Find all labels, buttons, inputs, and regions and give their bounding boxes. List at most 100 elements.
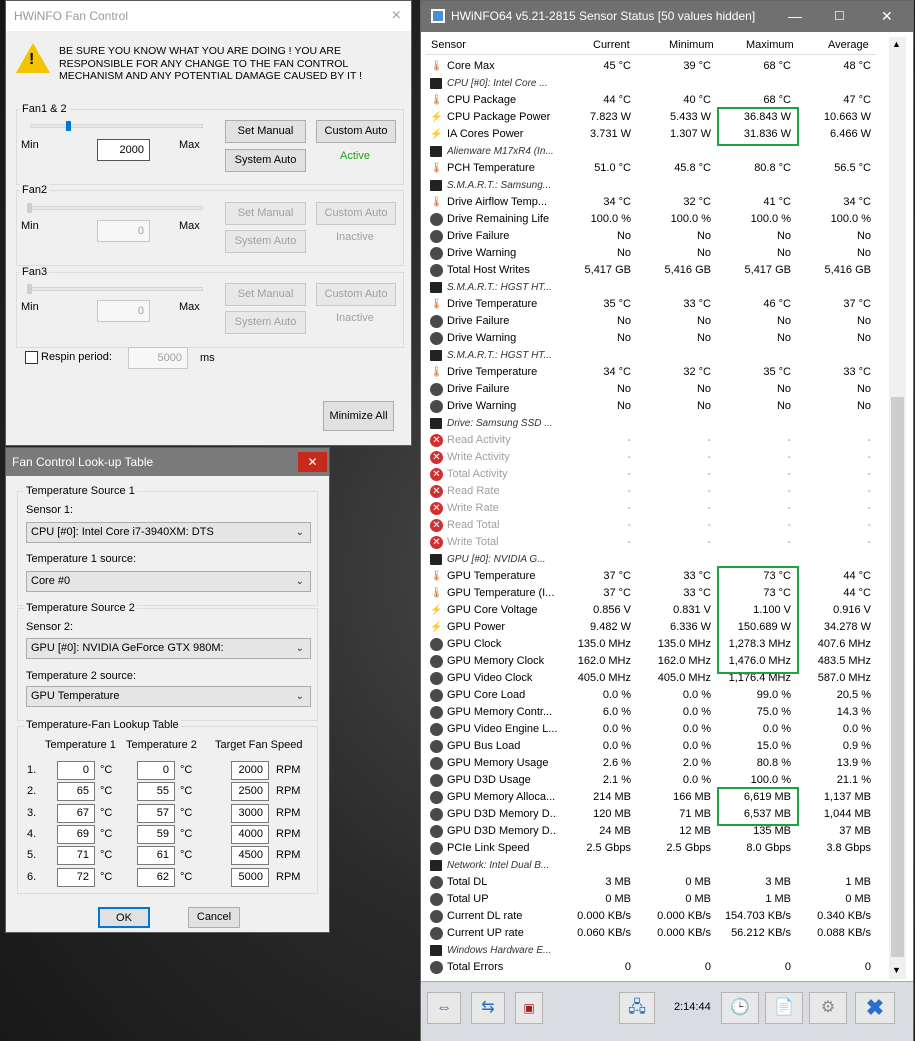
temp2-input[interactable]: 62 — [137, 867, 175, 887]
sensor-row[interactable]: GPU Memory Usage 2.6 % 2.0 % 80.8 % 13.9 % — [421, 755, 884, 772]
fan2-system-auto-button[interactable]: System Auto — [225, 230, 306, 253]
fan1-set-manual-button[interactable]: Set Manual — [225, 120, 306, 143]
sensor-row[interactable]: GPU D3D Usage 2.1 % 0.0 % 100.0 % 21.1 % — [421, 772, 884, 789]
sensor-group-header[interactable]: Alienware M17xR4 (In... — [421, 143, 884, 160]
sensor-group-header[interactable]: S.M.A.R.T.: HGST HT... — [421, 347, 884, 364]
lookup-close-button[interactable]: ✕ — [298, 452, 327, 472]
sensor-row[interactable]: ✕ Write Rate - - - - — [421, 500, 884, 517]
fan2-slider-thumb[interactable] — [27, 203, 32, 213]
sensor-row[interactable]: ✕ Read Activity - - - - — [421, 432, 884, 449]
col-minimum[interactable]: Minimum — [669, 39, 714, 51]
sensor-row[interactable]: ✕ Write Total - - - - — [421, 534, 884, 551]
temp2-input[interactable]: 59 — [137, 824, 175, 844]
fan1-speed-input[interactable]: 2000 — [97, 139, 150, 161]
temp2-source-select[interactable]: GPU Temperature ⌄ — [26, 686, 311, 707]
sensor-row[interactable]: GPU Video Engine L... 0.0 % 0.0 % 0.0 % 0.0 … — [421, 721, 884, 738]
arrows-collapse-icon[interactable]: ⇆ — [471, 992, 505, 1024]
fan2-slider[interactable] — [30, 206, 203, 210]
temp1-input[interactable]: 69 — [57, 824, 95, 844]
temp1-input[interactable]: 71 — [57, 846, 95, 866]
minimize-all-button[interactable]: Minimize All — [323, 401, 394, 431]
temp1-source-select[interactable]: Core #0 ⌄ — [26, 571, 311, 592]
minimize-icon[interactable]: — — [788, 1, 802, 32]
sensor-group-header[interactable]: S.M.A.R.T.: HGST HT... — [421, 279, 884, 296]
fan-speed-input[interactable]: 2500 — [231, 782, 269, 802]
col-current[interactable]: Current — [593, 39, 630, 51]
sensor-row[interactable]: 🌡 Drive Airflow Temp... 34 °C 32 °C 41 °C 34 … — [421, 194, 884, 211]
gear-icon[interactable]: ⚙ — [809, 992, 847, 1024]
sensor-row[interactable]: 🌡 Drive Temperature 35 °C 33 °C 46 °C 37 °C — [421, 296, 884, 313]
fan-speed-input[interactable]: 5000 — [231, 867, 269, 887]
sensor-row[interactable]: Drive Failure No No No No — [421, 313, 884, 330]
sensor1-select[interactable]: CPU [#0]: Intel Core i7-3940XM: DTS ⌄ — [26, 522, 311, 543]
sensor-group-header[interactable]: CPU [#0]: Intel Core ... — [421, 75, 884, 92]
sensor-group-header[interactable]: GPU [#0]: NVIDIA G... — [421, 551, 884, 568]
sensor-row[interactable]: Total DL 3 MB 0 MB 3 MB 1 MB — [421, 874, 884, 891]
fan3-slider[interactable] — [30, 287, 203, 291]
fan3-slider-thumb[interactable] — [27, 284, 32, 294]
sensor-group-header[interactable]: S.M.A.R.T.: Samsung... — [421, 177, 884, 194]
fan1-slider-thumb[interactable] — [66, 121, 72, 131]
sensor-row[interactable]: ✕ Read Total - - - - — [421, 517, 884, 534]
sensor-row[interactable]: GPU Clock 135.0 MHz 135.0 MHz 1,278.3 MHz 40… — [421, 636, 884, 653]
fan1-custom-auto-button[interactable]: Custom Auto — [316, 120, 396, 143]
fan2-speed-input[interactable]: 0 — [97, 220, 150, 242]
sensor-row[interactable]: GPU Core Load 0.0 % 0.0 % 99.0 % 20.5 % — [421, 687, 884, 704]
sensor-row[interactable]: GPU Memory Alloca... 214 MB 166 MB 6,619 MB… — [421, 789, 884, 806]
arrows-left-right-icon[interactable]: ⇔ — [427, 992, 461, 1024]
network-computers-icon[interactable]: 🖧 — [619, 992, 655, 1024]
sensor-row[interactable]: 🌡 PCH Temperature 51.0 °C 45.8 °C 80.8 °C 56.… — [421, 160, 884, 177]
temp1-input[interactable]: 67 — [57, 803, 95, 823]
sensor-row[interactable]: ✕ Total Activity - - - - — [421, 466, 884, 483]
scrollbar[interactable]: ▲ ▼ — [889, 37, 906, 979]
sensor-row[interactable]: ⚡ IA Cores Power 3.731 W 1.307 W 31.836 W 6.4… — [421, 126, 884, 143]
sensor-row[interactable]: 🌡 GPU Temperature (I... 37 °C 33 °C 73 °C 44 … — [421, 585, 884, 602]
sensor-row[interactable]: Drive Warning No No No No — [421, 245, 884, 262]
fan3-custom-auto-button[interactable]: Custom Auto — [316, 283, 396, 306]
scroll-up-icon[interactable]: ▲ — [892, 39, 901, 49]
fan1-system-auto-button[interactable]: System Auto — [225, 149, 306, 172]
col-maximum[interactable]: Maximum — [746, 39, 794, 51]
sensor-group-header[interactable]: Drive: Samsung SSD ... — [421, 415, 884, 432]
temp2-input[interactable]: 61 — [137, 846, 175, 866]
sensor-group-header[interactable]: Network: Intel Dual B... — [421, 857, 884, 874]
scroll-down-icon[interactable]: ▼ — [892, 965, 901, 975]
sensor-group-header[interactable]: Windows Hardware E... — [421, 942, 884, 959]
sensor-row[interactable]: ⚡ GPU Core Voltage 0.856 V 0.831 V 1.100 V 0.… — [421, 602, 884, 619]
temp1-input[interactable]: 65 — [57, 782, 95, 802]
fan-speed-input[interactable]: 2000 — [231, 761, 269, 780]
sensor-row[interactable]: GPU D3D Memory D... 120 MB 71 MB 6,537 MB 1,… — [421, 806, 884, 823]
sensor-row[interactable]: Drive Remaining Life 100.0 % 100.0 % 100.0 … — [421, 211, 884, 228]
reset-icon[interactable]: ▣ — [515, 992, 543, 1024]
sensor-row[interactable]: GPU D3D Memory D... 24 MB 12 MB 135 MB 37 MB — [421, 823, 884, 840]
sensor-row[interactable]: 🌡 Core Max 45 °C 39 °C 68 °C 48 °C — [421, 58, 884, 75]
fan-speed-input[interactable]: 4000 — [231, 824, 269, 844]
fan-speed-input[interactable]: 3000 — [231, 803, 269, 823]
col-sensor[interactable]: Sensor — [431, 39, 466, 51]
sensor-row[interactable]: Total UP 0 MB 0 MB 1 MB 0 MB — [421, 891, 884, 908]
sensor-row[interactable]: Drive Failure No No No No — [421, 381, 884, 398]
fan3-system-auto-button[interactable]: System Auto — [225, 311, 306, 334]
close-icon[interactable]: × — [392, 1, 401, 31]
fan3-speed-input[interactable]: 0 — [97, 300, 150, 322]
sensor-row[interactable]: GPU Video Clock 405.0 MHz 405.0 MHz 1,176.4… — [421, 670, 884, 687]
respin-input[interactable]: 5000 — [128, 347, 188, 369]
sensor-row[interactable]: 🌡 CPU Package 44 °C 40 °C 68 °C 47 °C — [421, 92, 884, 109]
sensor-row[interactable]: GPU Memory Clock 162.0 MHz 162.0 MHz 1,476.… — [421, 653, 884, 670]
ok-button[interactable]: OK — [98, 907, 150, 928]
close-app-icon[interactable]: ✖ — [855, 992, 895, 1024]
close-icon[interactable]: ✕ — [881, 1, 893, 32]
temp2-input[interactable]: 57 — [137, 803, 175, 823]
col-average[interactable]: Average — [828, 39, 869, 51]
sensor-row[interactable]: Drive Warning No No No No — [421, 330, 884, 347]
sensor-row[interactable]: Current UP rate 0.060 KB/s 0.000 KB/s 56.21… — [421, 925, 884, 942]
sensor-row[interactable]: PCIe Link Speed 2.5 Gbps 2.5 Gbps 8.0 Gbps 3… — [421, 840, 884, 857]
sensor-row[interactable]: ⚡ GPU Power 9.482 W 6.336 W 150.689 W 34.278 … — [421, 619, 884, 636]
fan-speed-input[interactable]: 4500 — [231, 846, 269, 866]
sensor-row[interactable]: ✕ Write Activity - - - - — [421, 449, 884, 466]
fan1-slider[interactable] — [30, 124, 203, 128]
temp2-input[interactable]: 0 — [137, 761, 175, 780]
sensor-row[interactable]: Drive Warning No No No No — [421, 398, 884, 415]
sensor-row[interactable]: 🌡 Drive Temperature 34 °C 32 °C 35 °C 33 °C — [421, 364, 884, 381]
temp2-input[interactable]: 55 — [137, 782, 175, 802]
